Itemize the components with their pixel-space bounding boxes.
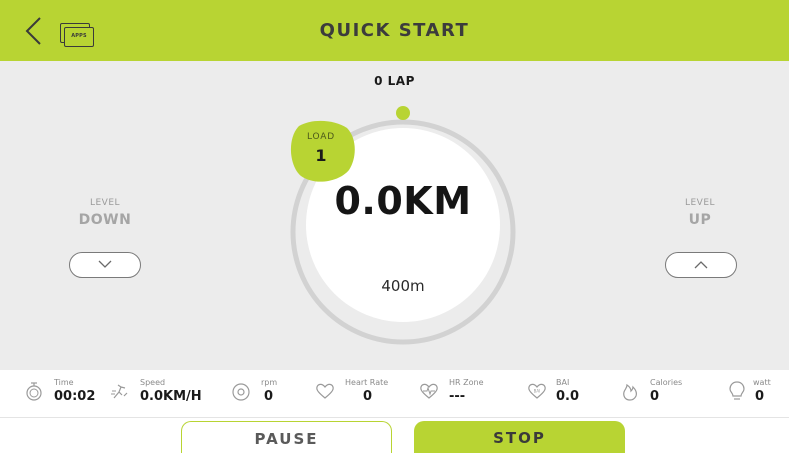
stat-label: Time	[54, 378, 74, 387]
chevron-down-icon	[98, 260, 112, 268]
stat-value: 0.0	[556, 389, 580, 404]
bulb-icon	[729, 381, 745, 400]
stat-label: watt	[753, 378, 771, 387]
stat-label: rpm	[261, 378, 278, 387]
stat-value: 00:02	[54, 389, 96, 404]
stats-bar: Time 00:02 Speed 0.0KM/H rpm 0 Heart Rat…	[0, 370, 789, 418]
level-up-label: LEVEL UP	[640, 198, 760, 228]
level-down-big: DOWN	[78, 212, 132, 228]
load-label: LOAD	[307, 132, 335, 142]
stopwatch-icon	[26, 382, 42, 401]
flame-icon	[623, 383, 637, 401]
rpm-icon	[232, 383, 250, 401]
stat-value: 0.0KM/H	[140, 389, 202, 404]
stat-heart-rate: Heart Rate 0	[315, 370, 405, 418]
stat-label: Heart Rate	[345, 378, 389, 387]
stat-calories: Calories 0	[620, 370, 700, 418]
stat-label: BAI	[556, 378, 570, 387]
stat-watt: watt 0	[727, 370, 782, 418]
stat-rpm: rpm 0	[232, 370, 292, 418]
lap-count: 0 LAP	[374, 74, 415, 88]
header-bar: APPS QUICK START	[0, 0, 789, 61]
level-up-small: LEVEL	[684, 198, 716, 208]
stat-value: 0	[650, 389, 660, 404]
bai-heart-icon: BAI	[528, 383, 546, 399]
heart-icon	[316, 383, 334, 399]
stat-label: Speed	[140, 378, 166, 387]
level-up-button[interactable]	[665, 252, 737, 278]
stat-value: ---	[449, 389, 466, 404]
pause-button[interactable]: PAUSE	[181, 421, 392, 453]
stat-value: 0	[755, 389, 765, 404]
level-down-button[interactable]	[69, 252, 141, 278]
stat-speed: Speed 0.0KM/H	[110, 370, 220, 418]
lap-length: 400m	[381, 277, 425, 295]
level-down-small: LEVEL	[89, 198, 121, 208]
stat-hr-zone: HR Zone ---	[419, 370, 499, 418]
level-down-label: LEVEL DOWN	[45, 198, 165, 228]
stat-label: HR Zone	[449, 378, 484, 387]
stat-bai: BAI BAI 0.0	[527, 370, 587, 418]
lap-position-marker	[396, 106, 410, 120]
chevron-up-icon	[694, 261, 708, 269]
load-value: 1	[315, 146, 327, 165]
stop-button[interactable]: STOP	[414, 421, 625, 453]
workout-panel: 0 LAP 0.0KM 400m LOAD 1 LEVEL DOWN LEVEL…	[0, 61, 789, 370]
stat-value: 0	[363, 389, 373, 404]
heart-pulse-icon	[420, 383, 438, 399]
page-title: QUICK START	[319, 20, 470, 41]
stat-label: Calories	[650, 378, 683, 387]
svg-text:BAI: BAI	[534, 389, 541, 394]
stat-value: 0	[264, 389, 274, 404]
runner-icon	[111, 384, 128, 399]
stat-time: Time 00:02	[24, 370, 119, 418]
level-up-big: UP	[688, 212, 712, 228]
distance-value: 0.0KM	[334, 179, 472, 223]
